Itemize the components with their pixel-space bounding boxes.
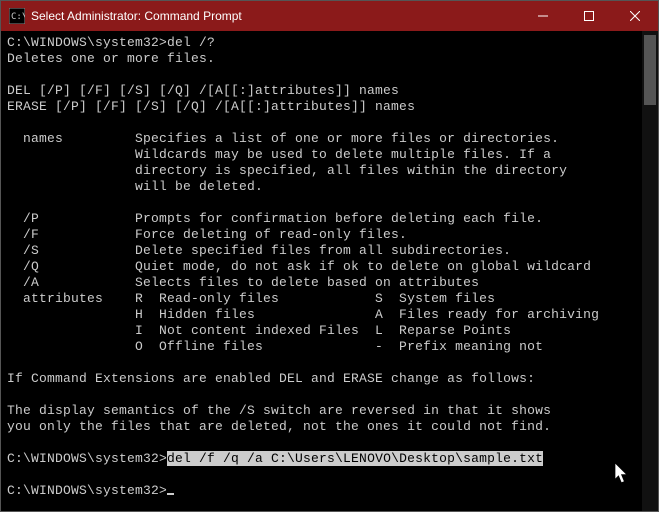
window-title: Select Administrator: Command Prompt <box>31 9 520 23</box>
output-line: ERASE [/P] [/F] [/S] [/Q] /[A[[:]attribu… <box>7 99 415 114</box>
output-line: The display semantics of the /S switch a… <box>7 403 551 418</box>
output-line: names Specifies a list of one or more fi… <box>7 131 559 146</box>
text-cursor <box>167 493 174 495</box>
window-titlebar: C:\ Select Administrator: Command Prompt <box>1 1 658 31</box>
scrollbar-thumb[interactable] <box>644 35 656 105</box>
output-line: /A Selects files to delete based on attr… <box>7 275 479 290</box>
output-line: H Hidden files A Files ready for archivi… <box>7 307 599 322</box>
output-line: you only the files that are deleted, not… <box>7 419 551 434</box>
cmd-icon: C:\ <box>9 8 25 24</box>
prompt: C:\WINDOWS\system32> <box>7 483 167 498</box>
output-line: O Offline files - Prefix meaning not <box>7 339 543 354</box>
output-line: Wildcards may be used to delete multiple… <box>7 147 551 162</box>
vertical-scrollbar[interactable] <box>642 31 658 511</box>
svg-text:C:\: C:\ <box>11 12 25 22</box>
maximize-button[interactable] <box>566 1 612 31</box>
output-line: If Command Extensions are enabled DEL an… <box>7 371 535 386</box>
output-line: /F Force deleting of read-only files. <box>7 227 407 242</box>
output-line: DEL [/P] [/F] [/S] [/Q] /[A[[:]attribute… <box>7 83 399 98</box>
output-line: /Q Quiet mode, do not ask if ok to delet… <box>7 259 591 274</box>
minimize-button[interactable] <box>520 1 566 31</box>
output-line: Deletes one or more files. <box>7 51 215 66</box>
prompt: C:\WINDOWS\system32> <box>7 451 167 466</box>
output-line: /P Prompts for confirmation before delet… <box>7 211 543 226</box>
close-button[interactable] <box>612 1 658 31</box>
output-line: /S Delete specified files from all subdi… <box>7 243 511 258</box>
command-text: del /? <box>167 35 215 50</box>
terminal-output[interactable]: C:\WINDOWS\system32>del /? Deletes one o… <box>1 31 658 511</box>
output-line: will be deleted. <box>7 179 263 194</box>
terminal-area: C:\WINDOWS\system32>del /? Deletes one o… <box>1 31 658 511</box>
output-line: directory is specified, all files within… <box>7 163 567 178</box>
selected-command[interactable]: del /f /q /a C:\Users\LENOVO\Desktop\sam… <box>167 451 543 466</box>
output-line: attributes R Read-only files S System fi… <box>7 291 495 306</box>
prompt: C:\WINDOWS\system32> <box>7 35 167 50</box>
output-line: I Not content indexed Files L Reparse Po… <box>7 323 511 338</box>
